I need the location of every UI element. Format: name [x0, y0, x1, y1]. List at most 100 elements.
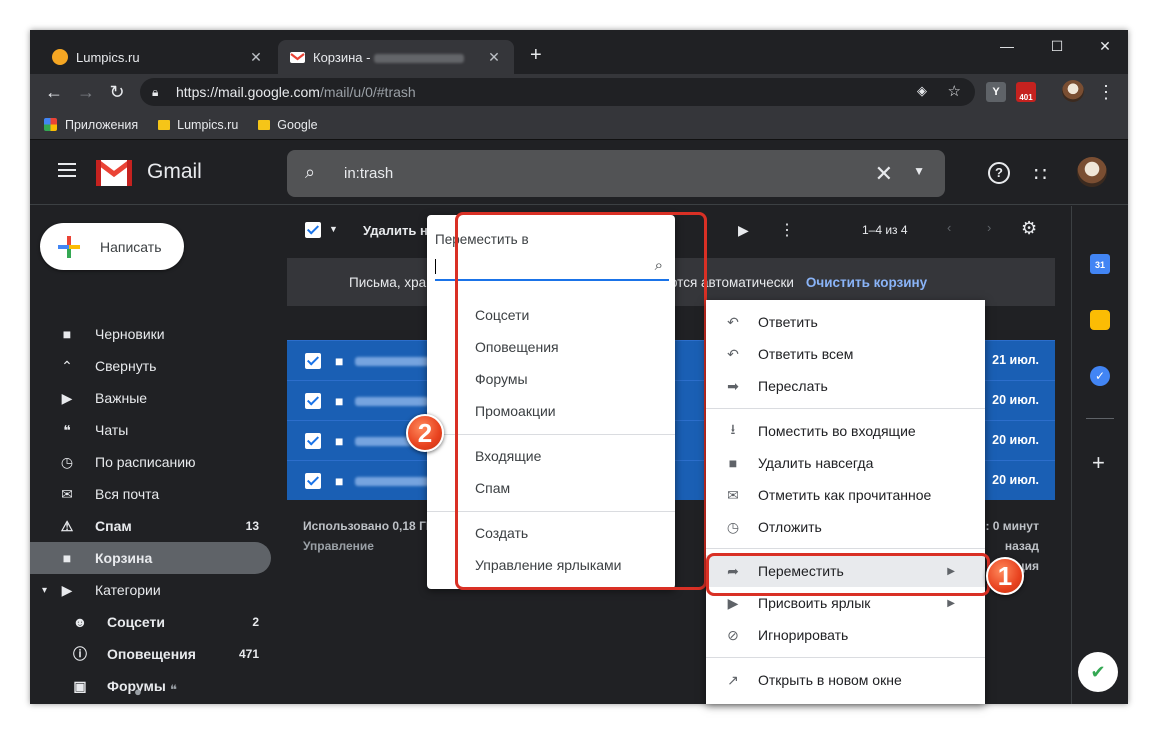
scheduled-icon: ◷ — [60, 453, 74, 470]
add-addon-icon[interactable]: + — [1092, 450, 1105, 476]
manage-storage-link[interactable]: Управление — [303, 539, 374, 553]
row-checkbox[interactable] — [305, 393, 321, 409]
url-path: /mail/u/0/#trash — [319, 84, 416, 100]
keep-icon[interactable] — [1090, 310, 1110, 330]
apps-grid-icon[interactable]: ∷ — [1034, 162, 1047, 187]
context-menu-item[interactable]: ↗ Открыть в новом окне — [706, 664, 985, 696]
maximize-icon[interactable]: ☐ — [1042, 38, 1072, 55]
account-avatar[interactable] — [1077, 157, 1107, 187]
step-badge-1: 1 — [986, 557, 1024, 595]
sidebar-item[interactable]: ▣ Форумы — [30, 670, 271, 702]
move-to-option[interactable]: Промоакции — [475, 403, 556, 419]
context-menu-item[interactable]: ➦ Переместить ▶ — [706, 555, 985, 587]
search-icon[interactable]: ⌕ — [305, 162, 315, 183]
context-menu-item[interactable]: ▶ Присвоить ярлык ▶ — [706, 587, 985, 619]
chrome-menu-icon[interactable]: ⋮ — [1096, 82, 1116, 102]
sidebar-item[interactable]: ⓘ Оповещения 471 — [30, 638, 271, 670]
sidebar-item[interactable]: ■ Черновики — [30, 318, 271, 350]
context-menu-item[interactable]: ◷ Отложить — [706, 511, 985, 543]
move-to-option[interactable]: Соцсети — [475, 307, 529, 323]
context-menu-item[interactable]: ⭳ Поместить во входящие — [706, 415, 985, 447]
context-menu-item[interactable]: ⊘ Игнорировать — [706, 619, 985, 651]
clear-search-icon[interactable]: ✕ — [875, 161, 893, 187]
context-menu-item[interactable]: ➡ Переслать — [706, 370, 985, 402]
expand-arrow-icon[interactable]: ▾ — [42, 585, 47, 596]
minimize-icon[interactable]: — — [992, 38, 1022, 54]
url-field[interactable]: 🔒︎ https://mail.google.com/mail/u/0/#tra… — [140, 78, 975, 106]
last-activity-ago: назад — [1004, 539, 1039, 553]
compose-button[interactable]: Написать — [40, 223, 184, 270]
sidebar-item[interactable]: ⌃ Свернуть — [30, 350, 271, 382]
search-options-icon[interactable]: ▼ — [913, 164, 925, 178]
yandex-ext-icon[interactable]: Y — [986, 82, 1006, 102]
sidebar-item[interactable]: ⚠ Спам 13 — [30, 510, 271, 542]
move-to-option[interactable]: Спам — [475, 480, 510, 496]
mail-ext-icon[interactable]: 401 — [1016, 82, 1036, 102]
hangouts-icon[interactable]: ❝ — [170, 682, 177, 698]
prev-page-icon[interactable]: ‹ — [947, 220, 951, 235]
manage-labels-option[interactable]: Управление ярлыками — [475, 557, 622, 573]
sidebar-item-label: Чаты — [95, 422, 129, 438]
row-checkbox[interactable] — [305, 473, 321, 489]
bookmark-apps[interactable]: Приложения — [44, 118, 138, 132]
close-tab-icon[interactable]: ✕ — [486, 49, 502, 66]
sidebar-item[interactable]: ✉ Вся почта — [30, 478, 271, 510]
main-menu-icon[interactable] — [58, 163, 76, 177]
trash-icon: ■ — [728, 455, 738, 471]
row-checkbox[interactable] — [305, 353, 321, 369]
move-to-search-input[interactable]: ⌕ — [435, 255, 669, 281]
select-dropdown-icon[interactable]: ▼ — [329, 224, 338, 234]
new-tab-button[interactable]: + — [530, 44, 542, 67]
mail-date: 20 июл. — [992, 433, 1039, 447]
sidebar-item[interactable]: ☻ Соцсети 2 — [30, 606, 271, 638]
calendar-icon[interactable]: 31 — [1090, 254, 1110, 274]
select-all-checkbox[interactable] — [305, 222, 321, 238]
close-tab-icon[interactable]: ✕ — [248, 49, 264, 66]
tab-lumpics[interactable]: Lumpics.ru ✕ — [40, 40, 276, 74]
tasks-icon[interactable]: ✓ — [1090, 366, 1110, 386]
reload-icon[interactable]: ↻ — [107, 82, 127, 102]
contacts-icon[interactable]: ● — [134, 684, 142, 699]
spam-icon: ⚠ — [60, 517, 74, 534]
star-icon[interactable]: ☆ — [948, 82, 961, 100]
sidebar-item-label: Оповещения — [107, 646, 196, 662]
sidebar-item[interactable]: ■ Корзина — [30, 542, 271, 574]
move-to-option[interactable]: Оповещения — [475, 339, 559, 355]
security-shield-icon[interactable]: ✔ — [1078, 652, 1118, 692]
back-icon[interactable]: ← — [44, 82, 64, 102]
next-page-icon[interactable]: › — [987, 220, 991, 235]
eye-icon[interactable]: ◈ — [917, 83, 927, 99]
move-to-option[interactable]: Форумы — [475, 371, 528, 387]
help-icon[interactable]: ? — [988, 162, 1010, 184]
sidebar-item-label: По расписанию — [95, 454, 196, 470]
profile-avatar[interactable] — [1062, 80, 1084, 102]
settings-gear-icon[interactable]: ⚙ — [1021, 218, 1037, 239]
move-to-option[interactable]: Входящие — [475, 448, 541, 464]
label-icon[interactable]: ▶ — [738, 222, 749, 239]
sidebar-item-count: 13 — [245, 519, 259, 533]
forward-icon[interactable]: → — [76, 82, 96, 102]
sidebar-item[interactable]: ❝ Чаты — [30, 414, 271, 446]
bookmark-lumpics[interactable]: Lumpics.ru — [158, 118, 238, 132]
search-query[interactable]: in:trash — [344, 165, 393, 182]
context-menu-item[interactable]: ↶ Ответить всем — [706, 338, 985, 370]
sidebar-item[interactable]: ▶ Важные — [30, 382, 271, 414]
mail-search-box[interactable]: ⌕ in:trash ✕ ▼ — [287, 150, 945, 197]
move-to-menu: Переместить в ⌕ Соцсети Оповещения Форум… — [427, 215, 675, 589]
empty-trash-link[interactable]: Очистить корзину — [806, 275, 927, 290]
create-label-option[interactable]: Создать — [475, 525, 528, 541]
context-menu-item[interactable]: ■ Удалить навсегда — [706, 447, 985, 479]
blurred-sender — [355, 357, 433, 366]
bookmark-google[interactable]: Google — [258, 118, 318, 132]
sidebar-item[interactable]: ◷ По расписанию — [30, 446, 271, 478]
close-window-icon[interactable]: ✕ — [1090, 38, 1120, 55]
context-menu-item[interactable]: ✉ Отметить как прочитанное — [706, 479, 985, 511]
row-checkbox[interactable] — [305, 433, 321, 449]
context-menu-item[interactable]: ↶ Ответить — [706, 306, 985, 338]
bookmark-folder-icon — [158, 119, 171, 130]
sidebar-item[interactable]: ▾ ▶ Категории — [30, 574, 271, 606]
gmail-logo-icon[interactable] — [96, 158, 132, 186]
sidebar-item-label: Свернуть — [95, 358, 157, 374]
more-options-icon[interactable]: ⋮ — [779, 220, 795, 240]
tab-gmail-trash[interactable]: Корзина - ✕ — [278, 40, 514, 74]
